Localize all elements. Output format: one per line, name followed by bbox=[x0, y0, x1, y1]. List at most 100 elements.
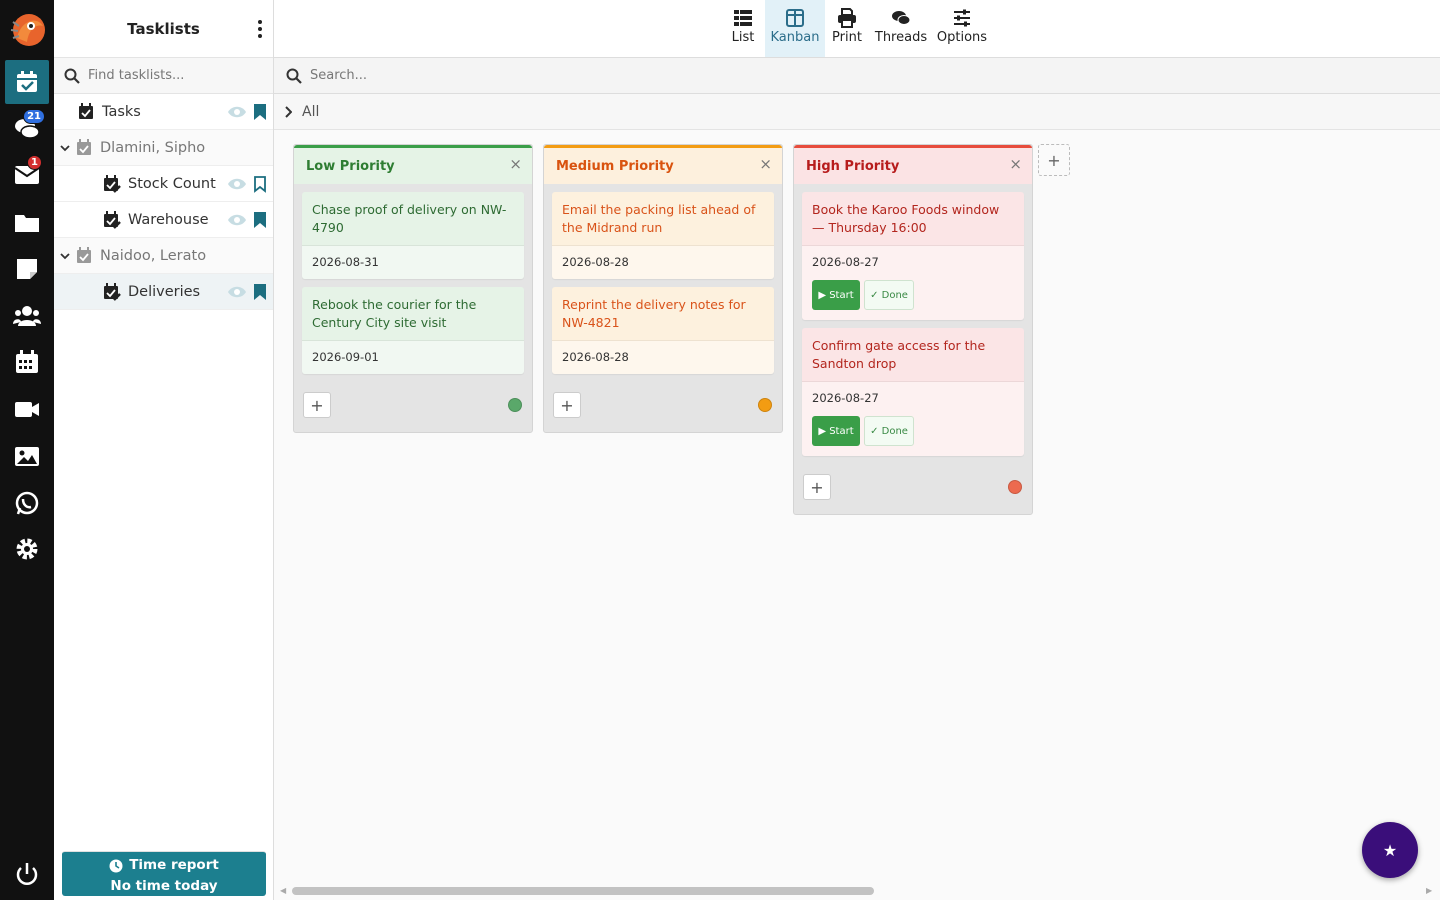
close-icon[interactable]: × bbox=[1009, 155, 1022, 173]
time-report-title: Time report bbox=[129, 857, 219, 873]
calendar-edit-icon bbox=[102, 210, 122, 230]
tasklist-sidebar: Tasklists Tasks Dlamini, Sipho Stock Cou… bbox=[54, 0, 274, 900]
time-report-button[interactable]: Time report No time today bbox=[62, 851, 266, 896]
comments-icon bbox=[892, 11, 911, 25]
task-title: Rebook the courier for the Century City … bbox=[302, 287, 524, 341]
close-icon[interactable]: × bbox=[509, 155, 522, 173]
eye-icon[interactable] bbox=[227, 285, 247, 299]
rail-photos[interactable] bbox=[5, 434, 49, 478]
rail-notes[interactable] bbox=[5, 247, 49, 291]
sidebar-title: Tasklists bbox=[127, 19, 200, 38]
tasklist-group-naidoo[interactable]: Naidoo, Lerato bbox=[54, 238, 273, 274]
column-footer: + bbox=[544, 374, 782, 432]
threads-button[interactable]: Threads bbox=[873, 0, 929, 57]
tasklist-item-warehouse[interactable]: Warehouse bbox=[54, 202, 273, 238]
tasklist-item-deliveries[interactable]: Deliveries bbox=[54, 274, 273, 310]
column-title: Low Priority bbox=[306, 158, 395, 174]
task-date: 2026-09-01 bbox=[302, 341, 524, 374]
add-card-button[interactable]: + bbox=[803, 474, 831, 500]
task-title: Confirm gate access for the Sandton drop bbox=[802, 328, 1024, 382]
breadcrumb-all[interactable]: All bbox=[302, 104, 319, 120]
eye-icon[interactable] bbox=[227, 177, 247, 191]
task-date-block: 2026-08-27 ▶ Start ✓ Done bbox=[802, 246, 1024, 320]
mail-badge: 1 bbox=[27, 155, 42, 170]
task-date: 2026-08-28 bbox=[552, 341, 774, 374]
note-icon bbox=[17, 259, 37, 279]
task-card[interactable]: Chase proof of delivery on NW-4790 2026-… bbox=[302, 192, 524, 279]
rail-chat[interactable]: 21 bbox=[5, 106, 49, 150]
calendar-check-icon bbox=[74, 246, 94, 266]
column-color-dot[interactable] bbox=[1008, 480, 1022, 494]
start-button[interactable]: ▶ Start bbox=[812, 416, 860, 446]
task-date-block: 2026-08-27 ▶ Start ✓ Done bbox=[802, 382, 1024, 456]
columns-icon bbox=[786, 9, 804, 27]
chat-badge: 21 bbox=[23, 109, 45, 124]
task-card[interactable]: Rebook the courier for the Century City … bbox=[302, 287, 524, 374]
calendar-check-icon bbox=[74, 138, 94, 158]
task-card[interactable]: Reprint the delivery notes for NW-4821 2… bbox=[552, 287, 774, 374]
print-button[interactable]: Print bbox=[831, 0, 863, 57]
kebab-menu-icon[interactable] bbox=[255, 17, 265, 41]
tasklist-label: Warehouse bbox=[128, 211, 209, 228]
folder-icon bbox=[15, 215, 39, 232]
gear-icon bbox=[16, 538, 38, 560]
add-column-button[interactable]: + bbox=[1038, 144, 1070, 176]
tasklist-item-stock-count[interactable]: Stock Count bbox=[54, 166, 273, 202]
chevron-down-icon[interactable] bbox=[56, 144, 74, 152]
scroll-left-arrow-icon[interactable]: ◀ bbox=[280, 886, 286, 895]
add-card-button[interactable]: + bbox=[553, 392, 581, 418]
task-date: 2026-08-31 bbox=[302, 246, 524, 279]
task-title: Reprint the delivery notes for NW-4821 bbox=[552, 287, 774, 341]
options-button[interactable]: Options bbox=[936, 0, 988, 57]
task-card[interactable]: Confirm gate access for the Sandton drop… bbox=[802, 328, 1024, 456]
rail-tasks[interactable] bbox=[5, 60, 49, 104]
list-view-label: List bbox=[731, 30, 755, 45]
task-search-input[interactable] bbox=[310, 68, 710, 83]
task-card[interactable]: Book the Karoo Foods window — Thursday 1… bbox=[802, 192, 1024, 320]
search-icon bbox=[64, 68, 80, 84]
tasklist-search-input[interactable] bbox=[88, 68, 268, 83]
column-color-dot[interactable] bbox=[508, 398, 522, 412]
sidebar-header: Tasklists bbox=[54, 0, 273, 58]
rail-whatsapp[interactable] bbox=[5, 481, 49, 525]
rail-logout[interactable] bbox=[5, 852, 49, 896]
rail-mail[interactable]: 1 bbox=[5, 152, 49, 196]
bookmark-icon[interactable] bbox=[253, 283, 267, 301]
rail-video[interactable] bbox=[5, 387, 49, 431]
bookmark-outline-icon[interactable] bbox=[253, 175, 267, 193]
tasklist-group-dlamini[interactable]: Dlamini, Sipho bbox=[54, 130, 273, 166]
add-card-button[interactable]: + bbox=[303, 392, 331, 418]
scroll-right-arrow-icon[interactable]: ▶ bbox=[1426, 886, 1432, 895]
calendar-edit-icon bbox=[102, 282, 122, 302]
close-icon[interactable]: × bbox=[759, 155, 772, 173]
view-toolbar: List Kanban Print Threads Options bbox=[274, 0, 1440, 58]
task-title: Email the packing list ahead of the Midr… bbox=[552, 192, 774, 246]
column-color-dot[interactable] bbox=[758, 398, 772, 412]
horizontal-scrollbar[interactable] bbox=[292, 887, 874, 895]
chevron-down-icon[interactable] bbox=[56, 252, 74, 260]
power-icon bbox=[16, 863, 38, 885]
time-report-subtitle: No time today bbox=[110, 878, 218, 894]
done-button[interactable]: ✓ Done bbox=[864, 416, 914, 446]
done-button[interactable]: ✓ Done bbox=[864, 280, 914, 310]
eye-icon[interactable] bbox=[227, 213, 247, 227]
app-logo-icon[interactable] bbox=[7, 8, 47, 52]
start-button[interactable]: ▶ Start bbox=[812, 280, 860, 310]
rail-settings[interactable] bbox=[5, 527, 49, 571]
kanban-view-button[interactable]: Kanban bbox=[765, 0, 825, 57]
calendar-check-icon bbox=[17, 71, 37, 92]
chevron-right-icon[interactable] bbox=[284, 105, 292, 118]
bookmark-icon[interactable] bbox=[253, 103, 267, 121]
rail-calendar[interactable] bbox=[5, 340, 49, 384]
task-search bbox=[274, 58, 1440, 94]
tasklist-label: Stock Count bbox=[128, 175, 216, 192]
bookmark-icon[interactable] bbox=[253, 211, 267, 229]
favorite-fab-button[interactable]: ★ bbox=[1362, 822, 1418, 878]
task-card[interactable]: Email the packing list ahead of the Midr… bbox=[552, 192, 774, 279]
list-view-button[interactable]: List bbox=[729, 0, 757, 57]
tasklist-item-tasks[interactable]: Tasks bbox=[54, 94, 273, 130]
rail-contacts[interactable] bbox=[5, 294, 49, 338]
rail-files[interactable] bbox=[5, 200, 49, 244]
list-icon bbox=[734, 10, 752, 26]
eye-icon[interactable] bbox=[227, 105, 247, 119]
